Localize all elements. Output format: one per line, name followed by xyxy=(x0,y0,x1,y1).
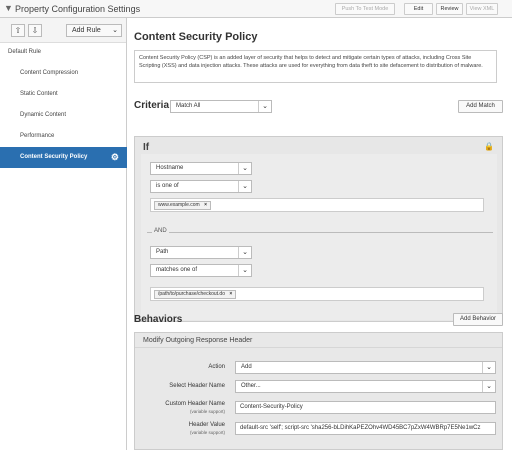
action-label: Action xyxy=(208,364,225,370)
criteria-title: Criteria xyxy=(134,100,170,111)
double-chevron-up-icon: ⇧ xyxy=(14,26,22,35)
value-tag: www.example.com × xyxy=(154,201,211,210)
sidebar-item-label: Static Content xyxy=(20,91,58,97)
custom-header-label: Custom Header Name xyxy=(165,401,225,407)
double-chevron-down-icon: ⇩ xyxy=(31,26,39,35)
top-bar: ▼ Property Configuration Settings Push T… xyxy=(0,0,512,18)
condition-field-value: Path xyxy=(156,249,169,255)
condition-field-select[interactable]: Path ⌄ xyxy=(150,246,252,259)
chevron-down-icon: ⌄ xyxy=(238,265,251,276)
view-xml-button[interactable]: View XML xyxy=(466,3,498,15)
move-down-button[interactable]: ⇩ xyxy=(28,24,42,37)
edit-button[interactable]: Edit xyxy=(404,3,433,15)
gear-icon[interactable]: ⚙ xyxy=(111,147,119,168)
criteria-if-block: If 🔒 Hostname ⌄ is one of ⌄ www.example.… xyxy=(134,136,503,322)
chevron-down-icon: ⌄ xyxy=(238,181,251,192)
behavior-block: Modify Outgoing Response Header Action A… xyxy=(134,332,503,450)
conditions-area: Hostname ⌄ is one of ⌄ www.example.com ×… xyxy=(141,154,497,320)
header-value-input[interactable]: default-src 'self'; script-src 'sha256-b… xyxy=(235,422,496,435)
select-header-label: Select Header Name xyxy=(169,383,225,389)
condition-operator-select[interactable]: is one of ⌄ xyxy=(150,180,252,193)
page-title: Property Configuration Settings xyxy=(15,4,141,14)
sidebar-item-dynamic-content[interactable]: Dynamic Content xyxy=(0,105,127,126)
condition-values-input[interactable]: www.example.com × xyxy=(150,198,484,212)
add-behavior-button[interactable]: Add Behavior xyxy=(453,313,503,326)
condition-operator-value: is one of xyxy=(156,183,179,189)
move-up-button[interactable]: ⇧ xyxy=(11,24,25,37)
sidebar-item-static-content[interactable]: Static Content xyxy=(0,84,127,105)
value-tag-text: /path/to/purchase/checkout.do xyxy=(158,291,225,297)
behavior-header: Modify Outgoing Response Header xyxy=(135,333,502,348)
header-name-value: Other... xyxy=(241,383,261,389)
sidebar-toolbar: ⇧ ⇩ Add Rule ⌄ xyxy=(0,18,126,43)
lock-icon[interactable]: 🔒 xyxy=(484,142,494,151)
behaviors-title: Behaviors xyxy=(134,314,183,325)
chevron-down-icon: ⌄ xyxy=(112,27,118,34)
close-icon[interactable]: × xyxy=(204,202,207,208)
collapse-chevron-icon[interactable]: ▼ xyxy=(4,3,13,13)
action-select[interactable]: Add ⌄ xyxy=(235,361,496,374)
sidebar-item-label: Content Security Policy xyxy=(20,154,88,160)
condition-field-select[interactable]: Hostname ⌄ xyxy=(150,162,252,175)
value-tag-text: www.example.com xyxy=(158,202,200,208)
chevron-down-icon: ⌄ xyxy=(238,247,251,258)
add-match-button[interactable]: Add Match xyxy=(458,100,503,113)
chevron-down-icon: ⌄ xyxy=(482,381,495,392)
and-label: AND xyxy=(152,228,169,234)
sidebar-item-label: Dynamic Content xyxy=(20,112,67,118)
header-value-label: Header Value xyxy=(188,422,225,428)
match-select-value: Match All xyxy=(176,103,201,109)
custom-header-input[interactable]: Content-Security-Policy xyxy=(235,401,496,414)
chevron-down-icon: ⌄ xyxy=(238,163,251,174)
header-name-select[interactable]: Other... ⌄ xyxy=(235,380,496,393)
if-label: If xyxy=(143,142,150,153)
custom-header-sublabel: (variable support) xyxy=(189,409,225,414)
sidebar-item-content-compression[interactable]: Content Compression xyxy=(0,63,127,84)
add-rule-label: Add Rule xyxy=(72,27,101,34)
chevron-down-icon: ⌄ xyxy=(258,101,271,112)
rules-sidebar: ⇧ ⇩ Add Rule ⌄ Default Rule Content Comp… xyxy=(0,18,127,450)
condition-operator-value: matches one of xyxy=(156,267,198,273)
match-select[interactable]: Match All ⌄ xyxy=(170,100,272,113)
push-to-test-button[interactable]: Push To Test Mode xyxy=(335,3,395,15)
rule-description[interactable]: Content Security Policy (CSP) is an adde… xyxy=(134,50,497,83)
condition-values-input[interactable]: /path/to/purchase/checkout.do × xyxy=(150,287,484,301)
chevron-down-icon: ⌄ xyxy=(482,362,495,373)
sidebar-item-label: Content Compression xyxy=(20,70,79,76)
value-tag: /path/to/purchase/checkout.do × xyxy=(154,290,237,299)
condition-field-value: Hostname xyxy=(156,165,184,171)
review-button[interactable]: Review xyxy=(436,3,463,15)
header-value-sublabel: (variable support) xyxy=(189,430,225,435)
rule-title: Content Security Policy xyxy=(134,31,258,43)
sidebar-item-label: Performance xyxy=(20,133,55,139)
close-icon[interactable]: × xyxy=(229,291,232,297)
action-select-value: Add xyxy=(241,364,252,370)
sidebar-item-default-rule[interactable]: Default Rule xyxy=(0,42,127,63)
and-divider xyxy=(147,232,493,233)
sidebar-item-performance[interactable]: Performance xyxy=(0,126,127,147)
sidebar-item-content-security-policy[interactable]: Content Security Policy ⚙ xyxy=(0,147,127,168)
condition-operator-select[interactable]: matches one of ⌄ xyxy=(150,264,252,277)
add-rule-button[interactable]: Add Rule ⌄ xyxy=(66,24,122,37)
main-panel: Content Security Policy Content Security… xyxy=(128,18,512,450)
sidebar-item-label: Default Rule xyxy=(8,49,42,55)
